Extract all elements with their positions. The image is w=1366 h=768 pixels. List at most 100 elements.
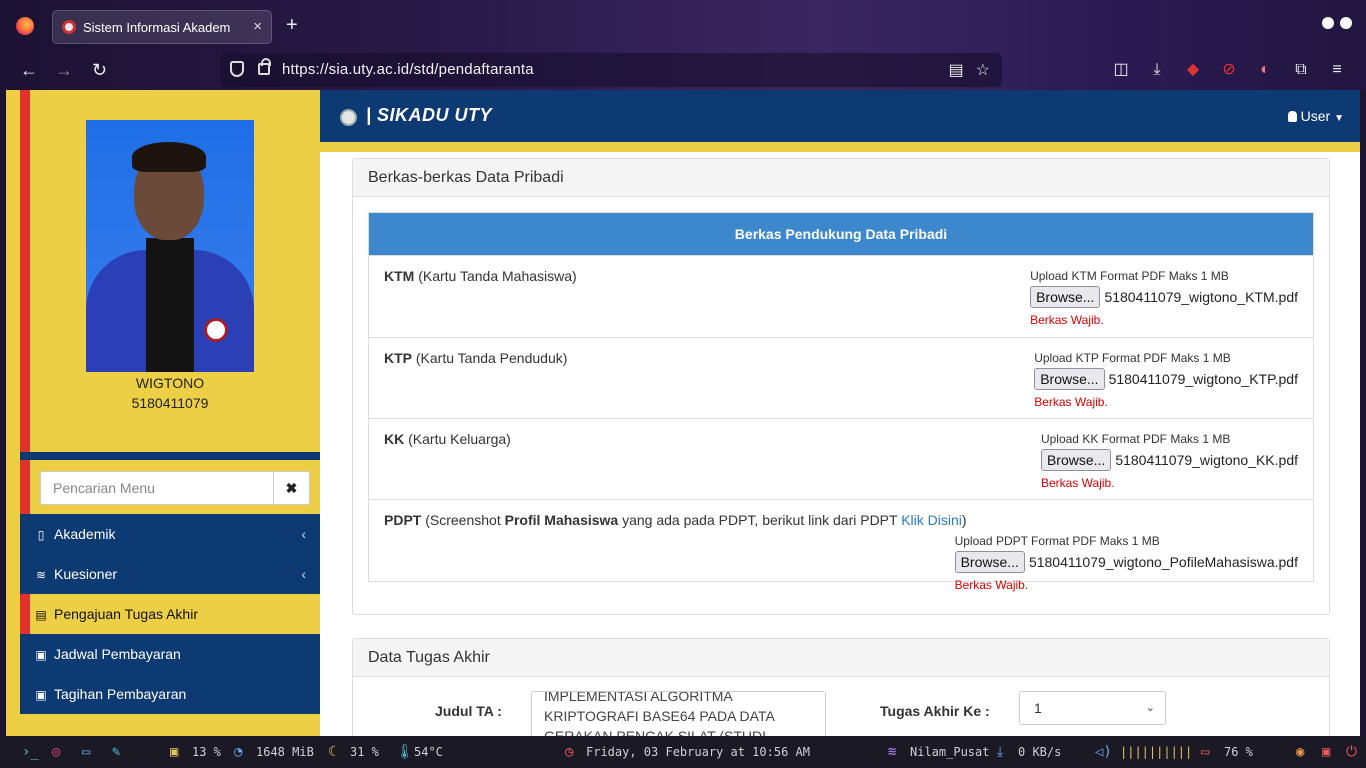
browse-button[interactable]: Browse... bbox=[954, 551, 1025, 573]
sidebar-item-tagihan-pembayaran[interactable]: ▣ Tagihan Pembayaran bbox=[20, 674, 320, 714]
privacy-extension-icon[interactable]: ⊘ bbox=[1218, 59, 1240, 79]
table-row: KTM (Kartu Tanda Mahasiswa) Upload KTM F… bbox=[369, 255, 1313, 337]
university-logo-icon bbox=[340, 109, 357, 126]
extensions-puzzle-icon[interactable]: ⧉ bbox=[1290, 61, 1312, 79]
profile-photo bbox=[86, 120, 254, 372]
judul-ta-textarea[interactable]: IMPLEMENTASI ALGORITMA KRIPTOGRAFI BASE6… bbox=[531, 691, 826, 736]
sidebar-item-kuesioner[interactable]: ≋ Kuesioner ‹ bbox=[20, 554, 320, 594]
tab-close-icon[interactable]: × bbox=[253, 18, 262, 35]
user-icon bbox=[1287, 111, 1297, 122]
required-warning: Berkas Wajib. bbox=[1030, 313, 1104, 327]
lock-icon[interactable] bbox=[258, 58, 271, 75]
browse-button[interactable]: Browse... bbox=[1030, 286, 1101, 308]
sidebar-item-label: Jadwal Pembayaran bbox=[54, 646, 181, 662]
navigation-bar: ← → ↻ https://sia.uty.ac.id/std/pendafta… bbox=[0, 52, 1366, 90]
money-icon: ▣ bbox=[35, 688, 47, 702]
id-card-icon: ▤ bbox=[35, 608, 47, 622]
profile-name: WIGTONO bbox=[135, 375, 205, 391]
pocket-icon[interactable]: ◫ bbox=[1110, 59, 1132, 79]
datetime[interactable]: Friday, 03 February at 10:56 AM bbox=[586, 745, 810, 759]
terminal-icon[interactable]: ›_ bbox=[22, 744, 39, 760]
berkas-panel: Berkas-berkas Data Pribadi Berkas Penduk… bbox=[352, 158, 1330, 615]
wifi-icon[interactable]: ≋ bbox=[888, 744, 896, 760]
sidebar: WIGTONO 5180411079 ✖ ▯ Akademik ‹ ≋ Kuesio… bbox=[6, 90, 320, 736]
menu-search: ✖ bbox=[40, 471, 310, 505]
documents-table: Berkas Pendukung Data Pribadi KTM (Kartu… bbox=[368, 212, 1314, 592]
bookmark-star-icon[interactable]: ☆ bbox=[976, 62, 990, 79]
reload-icon[interactable]: ↻ bbox=[92, 60, 107, 81]
user-menu[interactable]: User ▼ bbox=[1287, 108, 1344, 124]
cpu-usage: 13 % bbox=[192, 745, 221, 759]
new-tab-button[interactable]: + bbox=[286, 14, 298, 37]
tugas-akhir-panel: Data Tugas Akhir Judul TA : IMPLEMENTASI… bbox=[352, 638, 1330, 736]
browser-chrome: Sistem Informasi Akadem × + ← → ↻ https:… bbox=[0, 0, 1366, 90]
sidebar-menu: ▯ Akademik ‹ ≋ Kuesioner ‹ ▤ Pengajuan Tuga… bbox=[20, 514, 320, 714]
disk-usage: 31 % bbox=[350, 745, 379, 759]
browser-launcher-icon[interactable]: ◎ bbox=[52, 744, 60, 760]
app-tray-icon[interactable]: ◉ bbox=[1296, 744, 1304, 760]
site-favicon-icon bbox=[62, 20, 76, 34]
wifi-name[interactable]: Nilam_Pusat bbox=[910, 745, 989, 759]
menu-search-input[interactable] bbox=[41, 472, 274, 504]
toolbar-extensions: ◫ ⤓ ◆ ⊘ ◐ ⧉ ≡ bbox=[1110, 59, 1362, 79]
chevron-left-icon: ‹ bbox=[301, 526, 306, 542]
reader-view-icon[interactable]: ▤ bbox=[949, 62, 964, 79]
volume-level[interactable]: |||||||||| bbox=[1120, 745, 1192, 759]
ktm-file-input[interactable]: Browse... 5180411079_wigtono_KTM.pdf bbox=[1030, 286, 1298, 308]
hamburger-menu-icon[interactable]: ≡ bbox=[1326, 61, 1348, 79]
ktp-file-input[interactable]: Browse... 5180411079_wigtono_KTP.pdf bbox=[1034, 368, 1298, 390]
firefox-icon[interactable] bbox=[16, 17, 34, 35]
browse-button[interactable]: Browse... bbox=[1034, 368, 1105, 390]
sidebar-item-akademik[interactable]: ▯ Akademik ‹ bbox=[20, 514, 320, 554]
sidebar-accent-strip bbox=[20, 460, 30, 514]
sidebar-item-label: Akademik bbox=[54, 526, 116, 542]
power-icon[interactable]: ⏻ bbox=[1346, 744, 1357, 760]
battery-level: 76 % bbox=[1224, 745, 1253, 759]
url-text[interactable]: https://sia.uty.ac.id/std/pendaftaranta bbox=[282, 61, 534, 78]
sidebar-accent-strip bbox=[20, 90, 30, 452]
dark-reader-icon[interactable]: ◐ bbox=[1254, 61, 1276, 79]
minimize-icon[interactable] bbox=[1322, 17, 1334, 29]
ktp-upload: Upload KTP Format PDF Maks 1 MB Browse..… bbox=[1034, 351, 1298, 409]
chevron-down-icon: ⌄ bbox=[1145, 702, 1155, 714]
ublock-icon[interactable]: ◆ bbox=[1182, 59, 1204, 79]
back-arrow-icon[interactable]: ← bbox=[20, 60, 38, 81]
cpu-icon: ▣ bbox=[170, 744, 179, 760]
disk-icon: ☾ bbox=[328, 744, 337, 760]
sidebar-divider bbox=[20, 452, 320, 460]
volume-icon[interactable]: ◁) bbox=[1095, 744, 1112, 760]
tugas-akhir-ke-label: Tugas Akhir Ke : bbox=[880, 703, 990, 719]
sidebar-item-jadwal-pembayaran[interactable]: ▣ Jadwal Pembayaran bbox=[20, 634, 320, 674]
tab-title: Sistem Informasi Akadem bbox=[83, 20, 231, 35]
pdpt-file-input[interactable]: Browse... 5180411079_wigtono_PofileMahasi… bbox=[954, 551, 1298, 573]
user-menu-label: User bbox=[1300, 108, 1331, 124]
doc-label: KTP (Kartu Tanda Penduduk) bbox=[384, 350, 568, 366]
close-window-icon[interactable] bbox=[1340, 17, 1352, 29]
memory-icon: ◔ bbox=[234, 744, 243, 760]
forward-arrow-icon[interactable]: → bbox=[55, 60, 73, 81]
folder-icon[interactable]: ▭ bbox=[82, 744, 90, 760]
pdpt-link[interactable]: Klik Disini bbox=[901, 512, 962, 528]
browse-button[interactable]: Browse... bbox=[1040, 449, 1112, 471]
ktm-upload: Upload KTM Format PDF Maks 1 MB Browse..… bbox=[1030, 269, 1298, 327]
tracking-shield-icon[interactable] bbox=[230, 61, 244, 77]
memory-usage: 1648 MiB bbox=[256, 745, 314, 759]
temperature: 54°C bbox=[414, 745, 443, 759]
chevron-left-icon: ‹ bbox=[301, 566, 306, 582]
tray-icon[interactable]: ▣ bbox=[1322, 744, 1330, 760]
url-bar[interactable]: https://sia.uty.ac.id/std/pendaftaranta … bbox=[220, 53, 1002, 87]
table-row: KK (Kartu Keluarga) Upload KK Format PDF… bbox=[369, 418, 1313, 499]
brand-title[interactable]: | SIKADU UTY bbox=[366, 105, 492, 126]
profile-nim: 5180411079 bbox=[131, 395, 209, 411]
downloads-icon[interactable]: ⤓ bbox=[1146, 61, 1168, 79]
editor-icon[interactable]: ✎ bbox=[112, 744, 120, 760]
network-download-icon: ⤓ bbox=[997, 744, 1004, 760]
tugas-akhir-ke-select[interactable]: 1 ⌄ bbox=[1019, 691, 1166, 725]
clear-search-button[interactable]: ✖ bbox=[273, 472, 309, 504]
doc-label: PDPT (Screenshot Profil Mahasiswa yang a… bbox=[384, 512, 967, 528]
money-icon: ▣ bbox=[35, 648, 47, 662]
kk-upload: Upload KK Format PDF Maks 1 MB Browse...… bbox=[1040, 432, 1298, 490]
sidebar-item-pengajuan-tugas-akhir[interactable]: ▤ Pengajuan Tugas Akhir bbox=[20, 594, 320, 634]
kk-file-input[interactable]: Browse... 5180411079_wigtono_KK.pdf bbox=[1040, 449, 1298, 471]
browser-tab[interactable]: Sistem Informasi Akadem × bbox=[52, 10, 272, 44]
